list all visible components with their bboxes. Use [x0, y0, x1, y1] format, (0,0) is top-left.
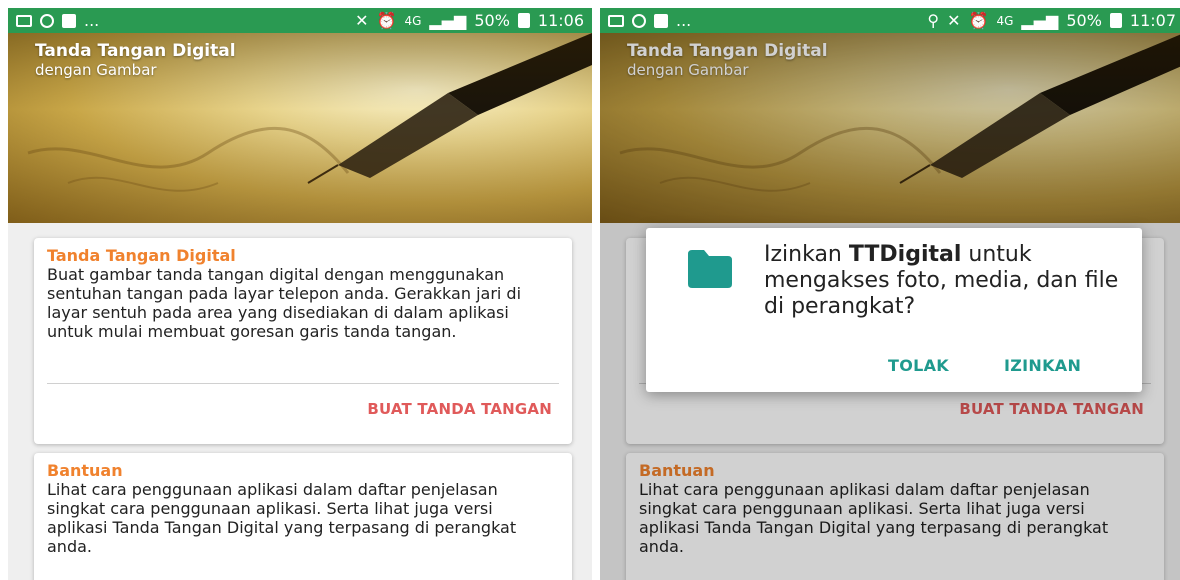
screen-right: ... ⚲ ✕ ⏰ 4G ▂▄▆ 50% 11:07 Tanda Tangan …: [600, 8, 1180, 580]
help-card[interactable]: Bantuan Lihat cara penggunaan aplikasi d…: [34, 453, 572, 580]
status-bar: ... ✕ ⏰ 4G ▂▄▆ 50% 11:06: [8, 8, 592, 33]
more-notifications: ...: [84, 11, 100, 30]
facebook-icon: [62, 13, 76, 28]
signal-icon: ▂▄▆: [1021, 11, 1059, 30]
network-type: 4G: [404, 13, 422, 28]
gallery-icon: [608, 14, 624, 27]
status-bar: ... ⚲ ✕ ⏰ 4G ▂▄▆ 50% 11:07: [600, 8, 1180, 33]
folder-icon: [688, 250, 732, 288]
clock: 11:07: [1129, 11, 1176, 30]
battery-percent: 50%: [1066, 11, 1102, 30]
create-signature-button[interactable]: BUAT TANDA TANGAN: [367, 400, 552, 418]
signature-card: Tanda Tangan Digital Buat gambar tanda t…: [34, 238, 572, 444]
permission-dialog: Izinkan TTDigital untuk mengakses foto, …: [646, 228, 1142, 392]
hero-banner: Tanda Tangan Digital dengan Gambar: [8, 33, 592, 223]
app-title: Tanda Tangan Digital: [35, 41, 236, 61]
permission-message: Izinkan TTDigital untuk mengakses foto, …: [764, 242, 1134, 320]
divider: [47, 383, 559, 384]
alarm-icon: ⏰: [376, 11, 397, 30]
clock: 11:06: [537, 11, 584, 30]
permission-app-name: TTDigital: [848, 242, 962, 267]
screen-left: ... ✕ ⏰ 4G ▂▄▆ 50% 11:06 Tanda Tangan Di…: [8, 8, 592, 580]
deny-button[interactable]: TOLAK: [888, 356, 949, 375]
whatsapp-icon: [40, 13, 54, 28]
allow-button[interactable]: IZINKAN: [1004, 356, 1081, 375]
alarm-icon: ⏰: [968, 11, 989, 30]
gallery-icon: [16, 14, 32, 27]
signal-icon: ▂▄▆: [429, 11, 467, 30]
app-subtitle: dengan Gambar: [35, 61, 157, 79]
location-icon: ⚲: [927, 11, 940, 30]
battery-icon: [1109, 13, 1122, 28]
more-notifications: ...: [676, 11, 692, 30]
card-title: Bantuan: [47, 461, 123, 480]
card-description: Buat gambar tanda tangan digital dengan …: [47, 265, 522, 341]
battery-icon: [517, 13, 530, 28]
mute-icon: ✕: [355, 11, 369, 30]
facebook-icon: [654, 13, 668, 28]
whatsapp-icon: [632, 13, 646, 28]
mute-icon: ✕: [947, 11, 961, 30]
permission-prefix: Izinkan: [764, 242, 849, 267]
card-title: Tanda Tangan Digital: [47, 246, 236, 265]
battery-percent: 50%: [474, 11, 510, 30]
network-type: 4G: [996, 13, 1014, 28]
card-description: Lihat cara penggunaan aplikasi dalam daf…: [47, 480, 517, 556]
